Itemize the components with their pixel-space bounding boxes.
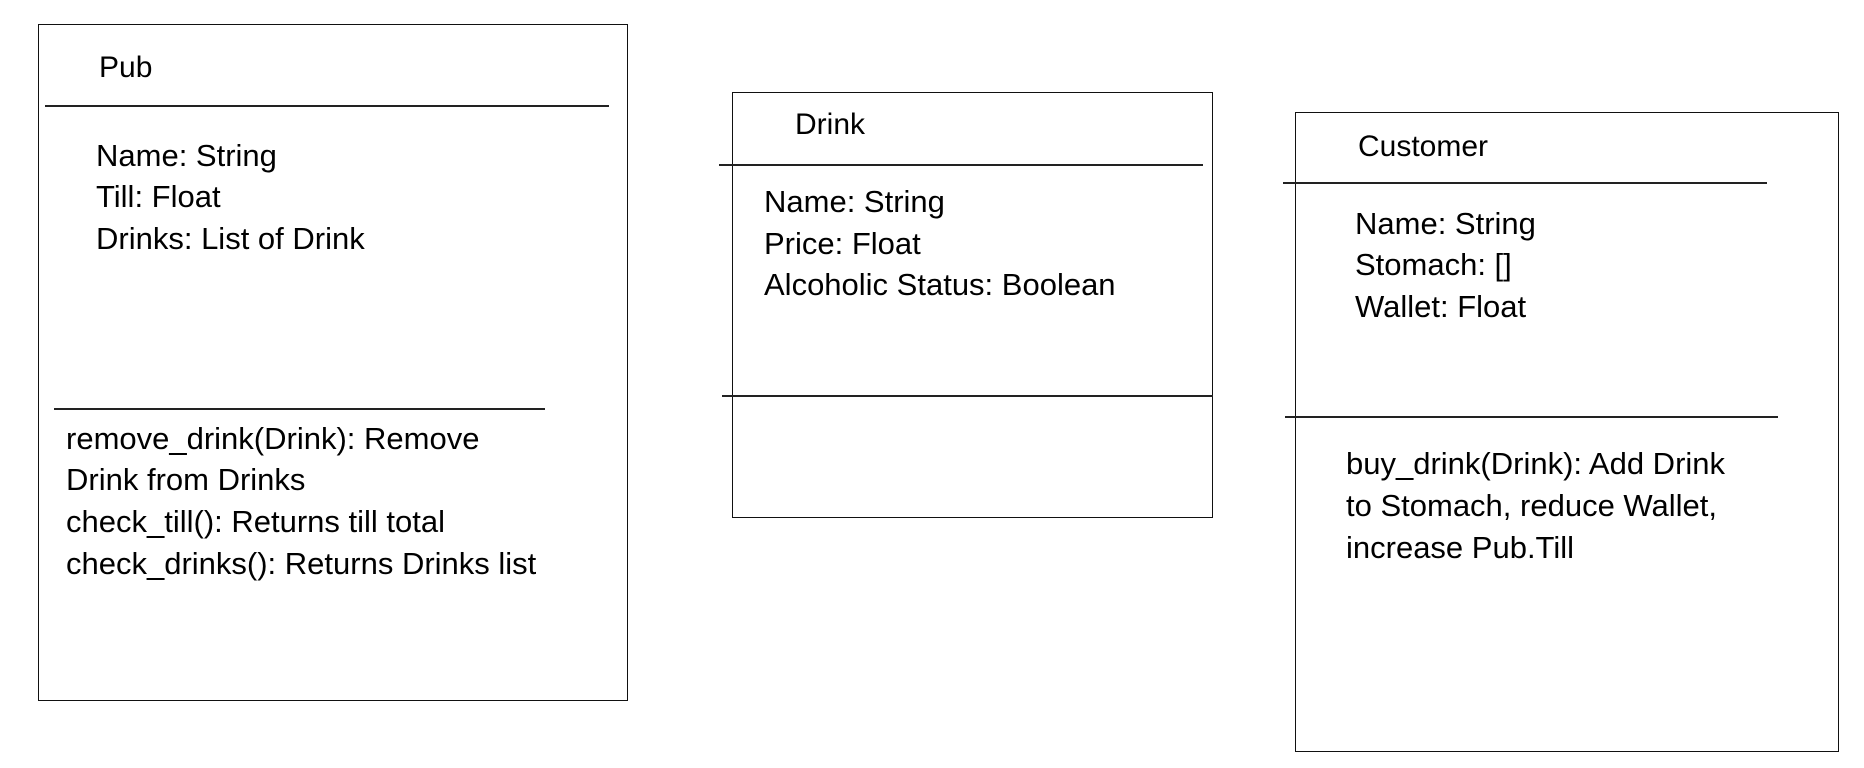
attribute: Drinks: List of Drink: [96, 221, 365, 256]
method: check_drinks(): Returns Drinks list: [66, 546, 537, 581]
attribute: Alcoholic Status: Boolean: [764, 267, 1116, 302]
divider: [1283, 182, 1767, 184]
attribute: Till: Float: [96, 179, 221, 214]
divider: [45, 105, 609, 107]
class-title-pub: Pub: [99, 51, 153, 84]
divider: [719, 164, 1203, 166]
attribute: Stomach: []: [1355, 247, 1512, 282]
class-title-customer: Customer: [1358, 130, 1489, 163]
divider: [722, 395, 1213, 397]
method: check_till(): Returns till total: [66, 504, 446, 539]
method: remove_drink(Drink): Remove: [66, 421, 480, 456]
method: buy_drink(Drink): Add Drink: [1346, 446, 1726, 481]
attribute: Name: String: [1355, 206, 1536, 241]
attribute: Name: String: [764, 184, 945, 219]
attribute: Wallet: Float: [1355, 289, 1527, 324]
class-title-drink: Drink: [795, 108, 866, 141]
method: increase Pub.Till: [1346, 530, 1575, 565]
method: Drink from Drinks: [66, 462, 306, 497]
attribute: Price: Float: [764, 226, 921, 261]
method: to Stomach, reduce Wallet,: [1346, 488, 1718, 523]
attribute: Name: String: [96, 138, 277, 173]
divider: [1285, 416, 1778, 418]
divider: [54, 408, 545, 410]
class-box-pub: [38, 24, 628, 701]
